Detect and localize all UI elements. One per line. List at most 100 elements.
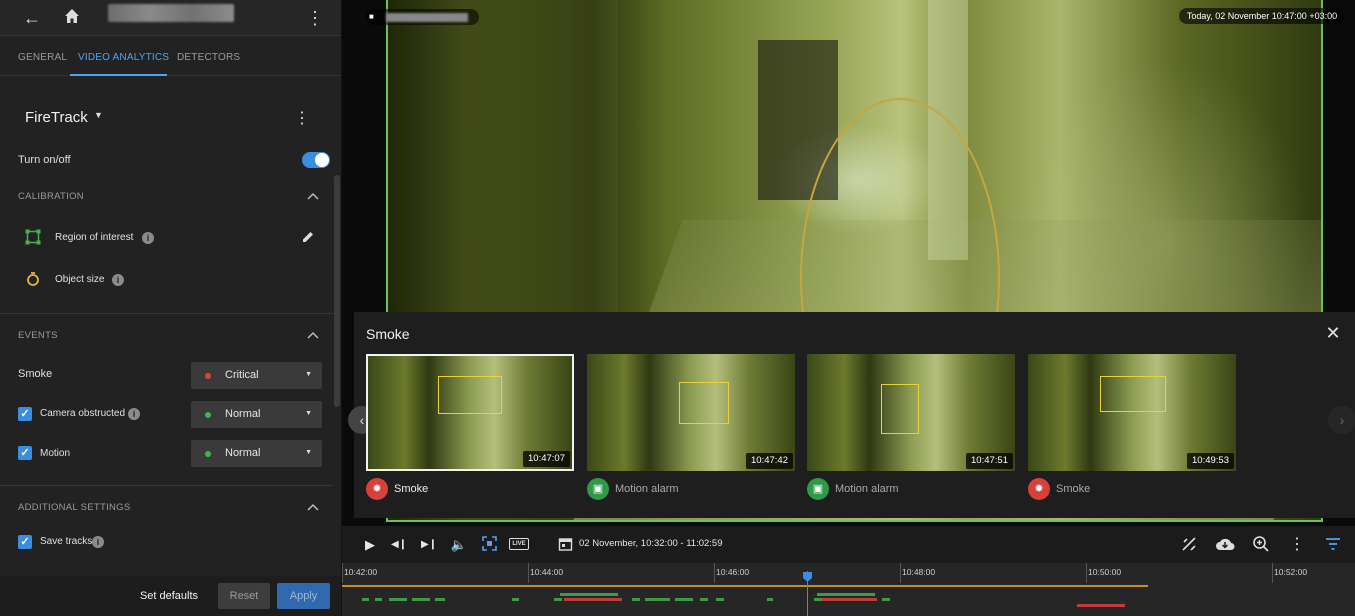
live-button[interactable]: LIVE (509, 538, 529, 550)
tab-video-analytics[interactable]: VIDEO ANALYTICS (78, 52, 169, 63)
video-timestamp: Today, 02 November 10:47:00 +03:00 (1179, 8, 1345, 24)
tick-label: 10:46:00 (716, 567, 750, 577)
timeline[interactable]: 10:42:00 10:44:00 10:46:00 10:48:00 10:5… (342, 563, 1355, 616)
motion-checkbox[interactable]: ✓ (18, 446, 32, 460)
event-segment[interactable] (412, 598, 430, 601)
tab-detectors[interactable]: DETECTORS (177, 52, 240, 63)
camera-label: ■ (366, 9, 479, 25)
playhead-handle[interactable] (803, 572, 812, 582)
event-label: Smoke (394, 483, 429, 495)
save-tracks-checkbox[interactable]: ✓ (18, 535, 32, 549)
tick-label: 10:50:00 (1088, 567, 1122, 577)
detection-box (1100, 376, 1166, 412)
motion-icon: ▣ (587, 478, 609, 500)
info-icon[interactable]: i (92, 536, 104, 548)
timeline-tick (714, 563, 715, 583)
smoke-icon: ✸ (366, 478, 388, 500)
more-vert-icon[interactable]: ⋮ (303, 6, 327, 30)
camera-obstructed-severity-select[interactable]: Normal ▼ (191, 401, 322, 428)
enable-toggle[interactable] (302, 152, 330, 168)
tab-general[interactable]: GENERAL (18, 52, 67, 63)
event-segment[interactable] (560, 593, 618, 596)
event-motion-label: Motion (40, 448, 71, 459)
dropdown-caret-icon: ▼ (305, 449, 312, 456)
severity-value: Normal (225, 408, 261, 420)
settings-panel: ← ⋮ GENERAL VIDEO ANALYTICS DETECTORS Fi… (0, 0, 341, 616)
edit-pencil-icon[interactable] (301, 230, 315, 244)
event-label: Smoke (1056, 483, 1091, 495)
scrollbar[interactable] (334, 175, 340, 407)
analytics-off-icon[interactable] (1181, 536, 1197, 552)
events-popup: Smoke ✕ ‹ › 10:47:07 ✸ Smoke 10:47:42 ▣ … (348, 312, 1355, 518)
event-segment[interactable] (767, 598, 773, 601)
calendar-icon[interactable] (558, 536, 573, 551)
reset-button[interactable]: Reset (218, 583, 270, 609)
object-size-label: Object size (55, 274, 105, 285)
event-segment[interactable] (814, 598, 822, 601)
info-icon[interactable]: i (142, 232, 154, 244)
event-thumbnail[interactable]: 10:47:51 (807, 354, 1015, 471)
event-segment[interactable] (435, 598, 445, 601)
home-icon[interactable] (60, 6, 84, 30)
event-segment[interactable] (645, 598, 670, 601)
popup-title: Smoke (366, 326, 410, 342)
fullscreen-focus-icon[interactable] (482, 536, 497, 551)
settings-footer: Set defaults Reset Apply (0, 576, 341, 616)
motion-severity-select[interactable]: Normal ▼ (191, 440, 322, 467)
smoke-severity-select[interactable]: Critical ▼ (191, 362, 322, 389)
event-thumbnail[interactable]: 10:49:53 (1028, 354, 1236, 471)
event-label: Motion alarm (835, 483, 899, 495)
back-arrow-icon[interactable]: ← (20, 6, 44, 30)
collapse-events-icon[interactable] (306, 330, 320, 340)
detector-select[interactable]: FireTrack (25, 109, 88, 126)
collapse-additional-icon[interactable] (306, 502, 320, 512)
detection-box (881, 384, 919, 434)
event-segment[interactable] (675, 598, 693, 601)
event-segment[interactable] (700, 598, 708, 601)
tick-label: 10:42:00 (344, 567, 378, 577)
camera-obstructed-checkbox[interactable]: ✓ (18, 407, 32, 421)
chevron-right-icon[interactable]: › (1328, 406, 1355, 434)
event-segment[interactable] (512, 598, 519, 601)
apply-button[interactable]: Apply (277, 583, 330, 609)
skip-previous-icon[interactable]: ◀❙ (389, 535, 409, 555)
event-thumbnail[interactable]: 10:47:42 (587, 354, 795, 471)
event-segment[interactable] (564, 598, 622, 601)
event-segment[interactable] (375, 598, 382, 601)
event-segment[interactable] (817, 593, 875, 596)
event-segment[interactable] (882, 598, 890, 601)
event-smoke-label: Smoke (18, 368, 53, 380)
active-tab-indicator (70, 74, 167, 76)
tick-label: 10:52:00 (1274, 567, 1308, 577)
event-segment[interactable] (1077, 604, 1125, 607)
collapse-calibration-icon[interactable] (306, 191, 320, 201)
set-defaults-button[interactable]: Set defaults (136, 586, 202, 606)
dropdown-caret-icon: ▼ (305, 410, 312, 417)
event-segment[interactable] (389, 598, 407, 601)
normal-status-dot (205, 412, 211, 418)
divider (0, 485, 333, 486)
play-icon[interactable]: ▶ (360, 535, 380, 555)
event-segment[interactable] (632, 598, 640, 601)
chevron-down-icon[interactable]: ▼ (94, 110, 103, 120)
event-thumbnail[interactable]: 10:47:07 (366, 354, 574, 471)
event-segment[interactable] (716, 598, 724, 601)
close-icon[interactable]: ✕ (1324, 324, 1342, 342)
archive-range[interactable]: 02 November, 10:32:00 - 11:02:59 (579, 538, 722, 549)
info-icon[interactable]: i (128, 408, 140, 420)
volume-icon[interactable]: 🔈 (449, 535, 469, 555)
event-segment[interactable] (554, 598, 562, 601)
event-segment[interactable] (362, 598, 369, 601)
dropdown-caret-icon: ▼ (305, 371, 312, 378)
info-icon[interactable]: i (112, 274, 124, 286)
zoom-in-icon[interactable] (1252, 535, 1270, 553)
event-segment[interactable] (822, 598, 877, 601)
more-vert-icon[interactable]: ⋮ (1287, 535, 1307, 555)
save-tracks-label: Save tracks (40, 536, 93, 547)
playback-controls: ▶ ◀❙ ▶❙ 🔈 LIVE 02 November, 10:32:00 - 1… (342, 526, 1355, 563)
skip-next-icon[interactable]: ▶❙ (419, 535, 439, 555)
cloud-download-icon[interactable] (1215, 535, 1235, 553)
region-icon (25, 229, 41, 245)
filter-icon[interactable] (1325, 537, 1341, 551)
detector-more-icon[interactable]: ⋮ (293, 108, 311, 128)
